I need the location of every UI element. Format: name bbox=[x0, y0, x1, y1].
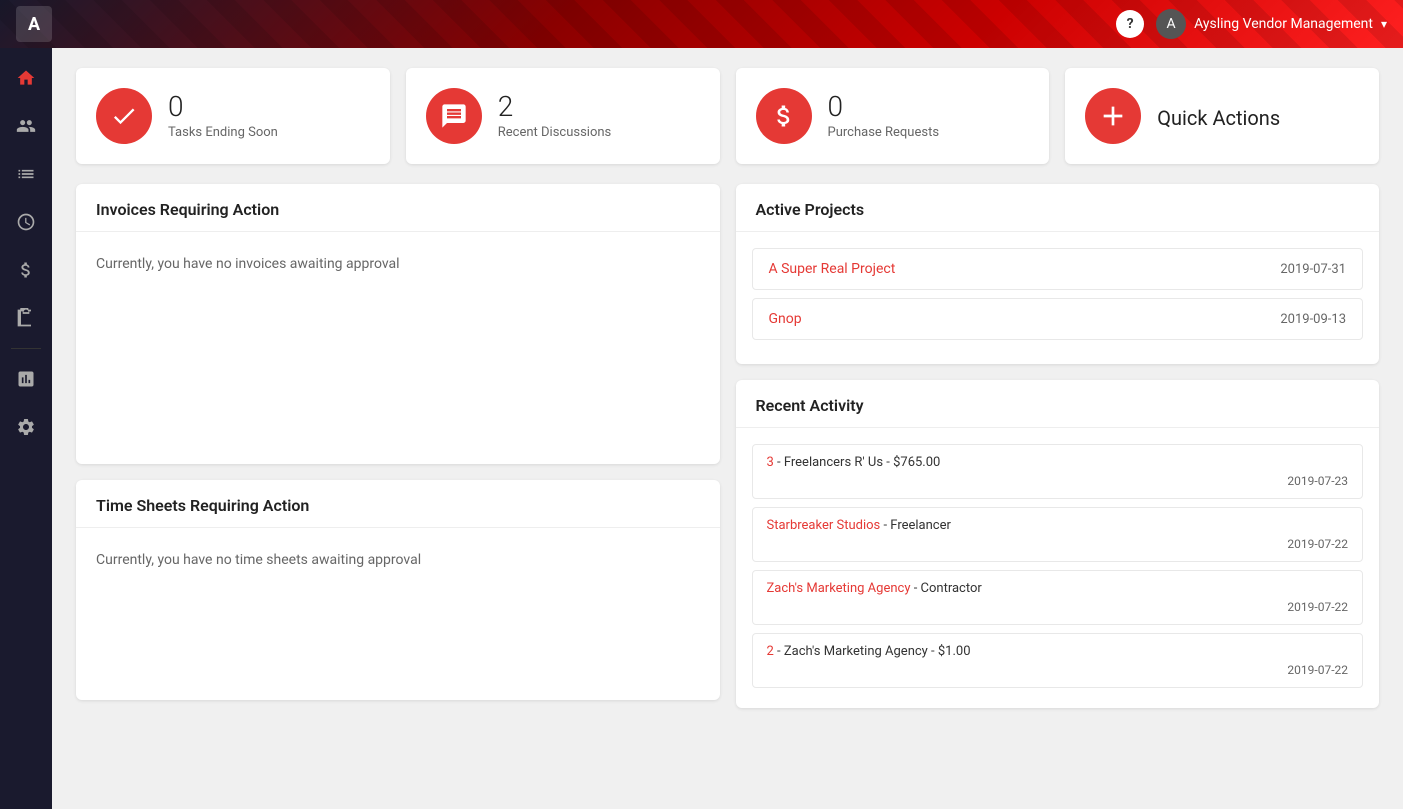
dropdown-arrow: ▾ bbox=[1381, 17, 1387, 31]
timesheets-panel-header: Time Sheets Requiring Action bbox=[76, 480, 720, 528]
active-projects-header: Active Projects bbox=[736, 184, 1380, 232]
activity-rest-0: - Freelancers R' Us - $765.00 bbox=[774, 455, 941, 470]
activity-row-0-text: 3 - Freelancers R' Us - $765.00 bbox=[767, 455, 1349, 470]
timesheets-empty-text: Currently, you have no time sheets await… bbox=[96, 544, 700, 576]
sidebar bbox=[0, 48, 52, 809]
activity-row-0: 3 - Freelancers R' Us - $765.00 2019-07-… bbox=[752, 444, 1364, 499]
activity-link-0[interactable]: 3 bbox=[767, 455, 774, 470]
sidebar-item-finance[interactable] bbox=[4, 248, 48, 292]
sidebar-item-analytics[interactable] bbox=[4, 357, 48, 401]
project-row[interactable]: A Super Real Project 2019-07-31 bbox=[752, 248, 1364, 290]
quickactions-icon bbox=[1085, 88, 1141, 144]
project-date-1: 2019-09-13 bbox=[1280, 312, 1346, 327]
invoices-panel-body: Currently, you have no invoices awaiting… bbox=[76, 232, 720, 296]
project-date-0: 2019-07-31 bbox=[1280, 262, 1346, 277]
activity-rest-1: - Freelancer bbox=[880, 518, 951, 533]
activity-row-3: 2 - Zach's Marketing Agency - $1.00 2019… bbox=[752, 633, 1364, 688]
purchase-info: 0 Purchase Requests bbox=[828, 93, 940, 140]
activity-date-1: 2019-07-22 bbox=[767, 537, 1349, 551]
stat-cards-row: 0 Tasks Ending Soon 2 Recent Discussions bbox=[76, 68, 1379, 164]
help-button[interactable]: ? bbox=[1116, 10, 1144, 38]
stat-card-quickactions[interactable]: Quick Actions bbox=[1065, 68, 1379, 164]
activity-link-2[interactable]: Zach's Marketing Agency bbox=[767, 581, 911, 596]
main-content: 0 Tasks Ending Soon 2 Recent Discussions bbox=[52, 48, 1403, 809]
sidebar-item-clock[interactable] bbox=[4, 200, 48, 244]
invoices-empty-text: Currently, you have no invoices awaiting… bbox=[96, 248, 700, 280]
discussions-number: 2 bbox=[498, 93, 612, 121]
quickactions-label: Quick Actions bbox=[1157, 106, 1280, 130]
activity-date-3: 2019-07-22 bbox=[767, 663, 1349, 677]
user-menu[interactable]: A Aysling Vendor Management ▾ bbox=[1156, 9, 1387, 39]
stat-card-purchase[interactable]: 0 Purchase Requests bbox=[736, 68, 1050, 164]
left-column: Invoices Requiring Action Currently, you… bbox=[76, 184, 720, 708]
timesheets-panel: Time Sheets Requiring Action Currently, … bbox=[76, 480, 720, 700]
project-row[interactable]: Gnop 2019-09-13 bbox=[752, 298, 1364, 340]
project-link-0[interactable]: A Super Real Project bbox=[769, 261, 896, 277]
tasks-info: 0 Tasks Ending Soon bbox=[168, 93, 278, 140]
activity-date-0: 2019-07-23 bbox=[767, 474, 1349, 488]
activity-row-1: Starbreaker Studios - Freelancer 2019-07… bbox=[752, 507, 1364, 562]
invoices-panel: Invoices Requiring Action Currently, you… bbox=[76, 184, 720, 464]
purchase-label: Purchase Requests bbox=[828, 125, 940, 140]
sidebar-divider bbox=[11, 348, 41, 349]
activity-row-2-text: Zach's Marketing Agency - Contractor bbox=[767, 581, 1349, 596]
recent-activity-body: 3 - Freelancers R' Us - $765.00 2019-07-… bbox=[736, 428, 1380, 708]
quickactions-info: Quick Actions bbox=[1157, 102, 1280, 130]
activity-row-1-text: Starbreaker Studios - Freelancer bbox=[767, 518, 1349, 533]
discussions-info: 2 Recent Discussions bbox=[498, 93, 612, 140]
active-projects-body: A Super Real Project 2019-07-31 Gnop 201… bbox=[736, 232, 1380, 364]
stat-card-tasks[interactable]: 0 Tasks Ending Soon bbox=[76, 68, 390, 164]
right-column: Active Projects A Super Real Project 201… bbox=[736, 184, 1380, 708]
active-projects-panel: Active Projects A Super Real Project 201… bbox=[736, 184, 1380, 364]
discussions-label: Recent Discussions bbox=[498, 125, 612, 140]
nav-right: ? A Aysling Vendor Management ▾ bbox=[1116, 9, 1387, 39]
recent-activity-header: Recent Activity bbox=[736, 380, 1380, 428]
invoices-panel-header: Invoices Requiring Action bbox=[76, 184, 720, 232]
invoices-title: Invoices Requiring Action bbox=[96, 200, 700, 219]
activity-link-1[interactable]: Starbreaker Studios bbox=[767, 518, 881, 533]
recent-activity-panel: Recent Activity 3 - Freelancers R' Us - … bbox=[736, 380, 1380, 708]
sidebar-item-home[interactable] bbox=[4, 56, 48, 100]
sidebar-item-users[interactable] bbox=[4, 104, 48, 148]
tasks-icon bbox=[96, 88, 152, 144]
activity-rest-3: - Zach's Marketing Agency - $1.00 bbox=[774, 644, 971, 659]
active-projects-title: Active Projects bbox=[756, 200, 1360, 219]
activity-rest-2: - Contractor bbox=[910, 581, 981, 596]
timesheets-panel-body: Currently, you have no time sheets await… bbox=[76, 528, 720, 592]
discussions-icon bbox=[426, 88, 482, 144]
sidebar-item-settings[interactable] bbox=[4, 405, 48, 449]
tasks-number: 0 bbox=[168, 93, 278, 121]
activity-row-3-text: 2 - Zach's Marketing Agency - $1.00 bbox=[767, 644, 1349, 659]
username-label: Aysling Vendor Management bbox=[1194, 16, 1373, 32]
sidebar-item-list[interactable] bbox=[4, 152, 48, 196]
avatar: A bbox=[1156, 9, 1186, 39]
project-link-1[interactable]: Gnop bbox=[769, 311, 802, 327]
app-logo[interactable]: A bbox=[16, 6, 52, 42]
recent-activity-title: Recent Activity bbox=[756, 396, 1360, 415]
timesheets-title: Time Sheets Requiring Action bbox=[96, 496, 700, 515]
activity-row-2: Zach's Marketing Agency - Contractor 201… bbox=[752, 570, 1364, 625]
purchase-number: 0 bbox=[828, 93, 940, 121]
top-navbar: A ? A Aysling Vendor Management ▾ bbox=[0, 0, 1403, 48]
main-layout: 0 Tasks Ending Soon 2 Recent Discussions bbox=[0, 48, 1403, 809]
two-col-grid: Invoices Requiring Action Currently, you… bbox=[76, 184, 1379, 708]
tasks-label: Tasks Ending Soon bbox=[168, 125, 278, 140]
activity-link-3[interactable]: 2 bbox=[767, 644, 774, 659]
sidebar-item-reports[interactable] bbox=[4, 296, 48, 340]
activity-date-2: 2019-07-22 bbox=[767, 600, 1349, 614]
purchase-icon bbox=[756, 88, 812, 144]
stat-card-discussions[interactable]: 2 Recent Discussions bbox=[406, 68, 720, 164]
